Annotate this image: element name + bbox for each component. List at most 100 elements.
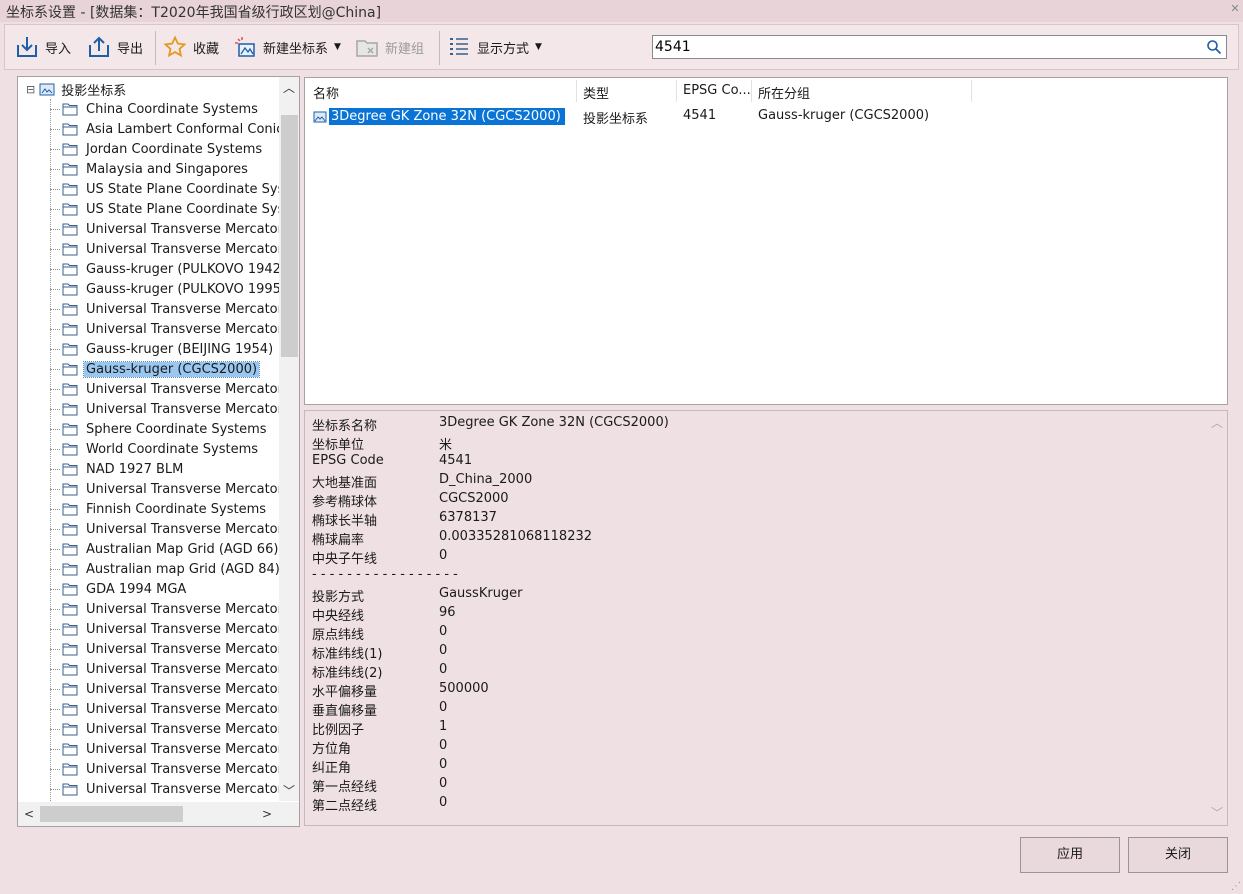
scroll-down-icon[interactable]: ﹀ <box>281 783 297 799</box>
column-header-type[interactable]: 类型 <box>583 83 609 102</box>
toolbar-divider <box>439 31 440 65</box>
scroll-up-icon[interactable]: ︿ <box>281 80 297 96</box>
tree-item[interactable]: Australian Map Grid (AGD 66) <box>50 539 280 559</box>
tree-connector <box>50 228 60 230</box>
list-header: 名称 类型 EPSG Co... 所在分组 <box>305 78 1227 104</box>
tree-item[interactable]: NAD 1927 BLM <box>50 459 185 479</box>
tree-item[interactable]: Jordan Coordinate Systems <box>50 139 264 159</box>
property-separator: - - - - - - - - - - - - - - - - - <box>312 567 458 582</box>
collapse-icon[interactable]: ⊟ <box>26 83 35 96</box>
folder-icon <box>62 363 78 376</box>
tree-item[interactable]: Universal Transverse Mercator (A <box>50 479 299 499</box>
tree-item[interactable]: Universal Transverse Mercator(D <box>50 739 299 759</box>
tree-item[interactable]: Universal Transverse Mercator( \ <box>50 219 299 239</box>
tree-connector <box>50 448 60 450</box>
tree-item[interactable]: Universal Transverse Mercator (A <box>50 639 299 659</box>
title-close-icon[interactable]: ✕ <box>1227 0 1243 22</box>
column-divider[interactable] <box>751 80 752 102</box>
new-group-button[interactable]: 新建组 <box>355 33 424 61</box>
tree-connector <box>50 348 60 350</box>
tree-item[interactable]: Universal Transverse Mercator( \ <box>50 239 299 259</box>
new-coord-system-icon <box>235 37 255 57</box>
folder-icon <box>62 543 78 556</box>
tree-root-projected[interactable]: ⊟ 投影坐标系 <box>26 80 126 99</box>
cell-group: Gauss-kruger (CGCS2000) <box>758 108 930 123</box>
scroll-left-icon[interactable]: < <box>22 806 36 822</box>
table-row[interactable]: 3Degree GK Zone 32N (CGCS2000) 投影坐标系 454… <box>305 106 1227 128</box>
property-key: 标准纬线(2) <box>312 666 383 681</box>
apply-button[interactable]: 应用 <box>1020 837 1120 873</box>
title-bar: 坐标系设置 - [数据集：T2020年我国省级行政区划@China] ✕ <box>0 0 1243 22</box>
column-header-name[interactable]: 名称 <box>313 83 339 102</box>
property-key: 原点纬线 <box>312 628 365 643</box>
tree-item[interactable]: Universal Transverse Mercator (S <box>50 519 299 539</box>
tree-item[interactable]: Universal Transverse Mercator (I <box>50 379 298 399</box>
tree-item-label: Australian map Grid (AGD 84) <box>86 561 280 577</box>
tree-item[interactable]: GDA 1994 MGA <box>50 579 188 599</box>
tree-item[interactable]: Universal Transverse Mercator (I <box>50 299 298 319</box>
scroll-up-icon[interactable]: ︿ <box>1209 415 1225 431</box>
scroll-down-icon[interactable]: ﹀ <box>1209 805 1225 821</box>
projection-folder-icon <box>39 83 55 96</box>
folder-icon <box>62 463 78 476</box>
tree-item[interactable]: World Coordinate Systems <box>50 439 260 459</box>
tree-item[interactable]: US State Plane Coordinate Syste <box>50 199 299 219</box>
tree-item[interactable]: Universal Transverse Mercator(D <box>50 719 299 739</box>
tree-connector <box>50 608 60 610</box>
tree-item[interactable]: Gauss-kruger (PULKOVO 1942) <box>50 259 288 279</box>
column-divider[interactable] <box>971 80 972 102</box>
display-mode-button[interactable]: 显示方式 ▼ <box>447 33 542 61</box>
tree-scroll-thumb[interactable] <box>281 115 298 357</box>
tree-vertical-scrollbar[interactable]: ︿ ﹀ <box>279 77 299 801</box>
resize-grip-icon[interactable]: ⋰ <box>1231 881 1241 892</box>
property-key: EPSG Code <box>312 453 384 468</box>
tree-item[interactable]: Asia Lambert Conformal Conic <box>50 119 285 139</box>
tree-item[interactable]: Sphere Coordinate Systems <box>50 419 269 439</box>
cell-name[interactable]: 3Degree GK Zone 32N (CGCS2000) <box>313 108 565 125</box>
column-divider[interactable] <box>576 80 577 102</box>
column-divider[interactable] <box>676 80 677 102</box>
folder-icon <box>62 423 78 436</box>
tree-item[interactable]: Universal Transverse Mercator(E <box>50 679 298 699</box>
scroll-right-icon[interactable]: > <box>260 806 274 822</box>
column-header-group[interactable]: 所在分组 <box>758 83 810 102</box>
folder-icon <box>62 703 78 716</box>
tree-item[interactable]: Australian map Grid (AGD 84) <box>50 559 282 579</box>
folder-icon <box>62 783 78 796</box>
tree-connector <box>50 168 60 170</box>
property-key: 坐标系名称 <box>312 419 378 434</box>
property-value: 0 <box>439 643 448 658</box>
toolbar-divider <box>155 31 156 65</box>
tree-item[interactable]: Universal Transverse Mercator (A <box>50 619 300 639</box>
tree-connector <box>50 248 60 250</box>
column-header-epsg[interactable]: EPSG Co... <box>683 83 751 98</box>
tree-item[interactable]: Universal Transverse Mercator(F <box>50 759 298 779</box>
search-icon[interactable] <box>1206 39 1222 55</box>
tree-hscroll-thumb[interactable] <box>40 806 183 822</box>
tree-item[interactable]: Universal Transverse Mercator(C <box>50 779 299 799</box>
tree-item[interactable]: Malaysia and Singapores <box>50 159 250 179</box>
tree-item[interactable]: US State Plane Coordinate Syste <box>50 179 299 199</box>
tree-item[interactable]: Universal Transverse Mercator (I <box>50 319 298 339</box>
tree-item[interactable]: Universal Transverse Mercator(A <box>50 659 299 679</box>
tree-item[interactable]: Universal Transverse Mercator (I <box>50 399 298 419</box>
properties-scrollbar[interactable]: ︿ ﹀ <box>1207 411 1227 825</box>
tree-item[interactable]: Gauss-kruger (CGCS2000) <box>50 359 261 379</box>
favorite-button[interactable]: 收藏 <box>163 33 219 61</box>
tree-item[interactable]: Gauss-kruger (BEIJING 1954) <box>50 339 275 359</box>
tree-item[interactable]: Universal Transverse Mercator(C <box>50 699 299 719</box>
tree-item[interactable]: Gauss-kruger (PULKOVO 1995) <box>50 279 288 299</box>
import-label: 导入 <box>45 41 72 57</box>
close-button[interactable]: 关闭 <box>1128 837 1228 873</box>
tree-item[interactable]: China Coordinate Systems <box>50 99 260 119</box>
tree-item[interactable]: Universal Transverse Mercator (A <box>50 599 299 619</box>
import-button[interactable]: 导入 <box>15 33 71 61</box>
folder-icon <box>62 283 78 296</box>
new-coord-system-button[interactable]: 新建坐标系 ▼ <box>233 33 341 61</box>
search-input[interactable] <box>655 37 1195 57</box>
export-button[interactable]: 导出 <box>87 33 143 61</box>
tree-horizontal-scrollbar[interactable]: < > <box>18 802 299 826</box>
tree-item[interactable]: Finnish Coordinate Systems <box>50 499 268 519</box>
search-box[interactable] <box>652 35 1227 59</box>
tree-item-label: Universal Transverse Mercator (A <box>86 621 300 637</box>
